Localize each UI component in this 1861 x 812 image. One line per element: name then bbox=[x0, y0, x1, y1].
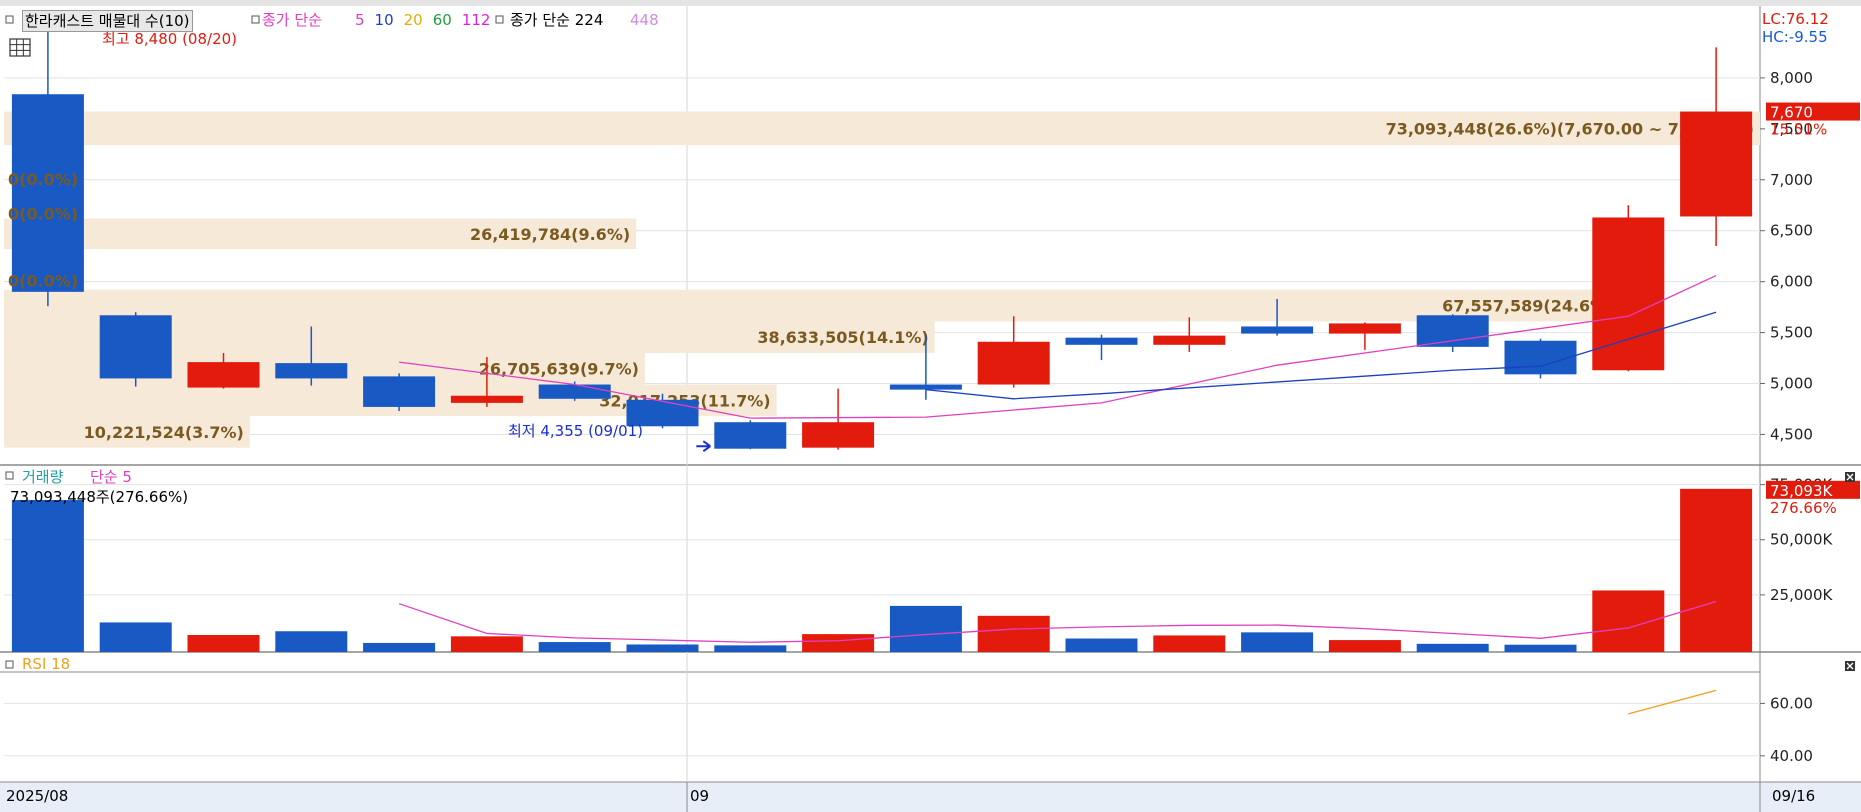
price-tick-label: 5,500 bbox=[1770, 324, 1813, 342]
x-axis-month-label: 09 bbox=[690, 787, 710, 805]
candle-body bbox=[802, 422, 875, 448]
ma2-extra[interactable]: 448 bbox=[630, 10, 659, 30]
volume-bar bbox=[1241, 632, 1314, 652]
volume-bar bbox=[275, 631, 348, 652]
volume-bar bbox=[1504, 644, 1577, 652]
volume-bar bbox=[187, 635, 260, 652]
x-axis-end-label: 09/16 bbox=[1772, 787, 1816, 805]
candle-body bbox=[1416, 315, 1489, 347]
candle-body bbox=[275, 363, 348, 379]
candle-body bbox=[1153, 335, 1226, 345]
candle-body bbox=[1328, 323, 1401, 334]
ma-period-112[interactable]: 112 bbox=[462, 11, 491, 29]
volume-profile-zero-label: 0(0.0%) bbox=[8, 272, 78, 291]
low-annotation: 최저 4,355 (09/01) bbox=[508, 422, 644, 440]
price-tick-label: 8,000 bbox=[1770, 69, 1813, 87]
candle-body bbox=[11, 94, 84, 292]
ma-period-60[interactable]: 60 bbox=[433, 11, 452, 29]
price-tick-label: 7,000 bbox=[1770, 171, 1813, 189]
candle-body bbox=[99, 315, 172, 379]
ma-period-10[interactable]: 10 bbox=[375, 11, 394, 29]
volume-bar bbox=[450, 636, 523, 652]
rsi-panel-label[interactable]: RSI 18 bbox=[22, 655, 70, 673]
volume-bar bbox=[538, 642, 611, 652]
volume-bar bbox=[1065, 638, 1138, 652]
ma-period-20[interactable]: 20 bbox=[404, 11, 423, 29]
price-tick-label: 6,500 bbox=[1770, 222, 1813, 240]
volume-bar bbox=[977, 615, 1050, 652]
ma-label[interactable]: 종가 단순 bbox=[262, 10, 322, 30]
x-axis-start-label: 2025/08 bbox=[6, 787, 69, 805]
volume-bar bbox=[11, 500, 84, 652]
candle-body bbox=[1241, 326, 1314, 334]
volume-bar bbox=[1153, 635, 1226, 652]
ma2-label[interactable]: 종가 단순 224 bbox=[510, 10, 603, 30]
candle-body bbox=[1504, 340, 1577, 375]
panel-bullet-icon bbox=[251, 15, 260, 24]
ma-periods[interactable]: 5 10 20 60 112 bbox=[355, 10, 500, 30]
volume-bar bbox=[626, 644, 699, 652]
volume-bar bbox=[1680, 488, 1753, 652]
volume-bar bbox=[363, 642, 436, 652]
volume-bar bbox=[1328, 640, 1401, 652]
candle-body bbox=[889, 384, 962, 390]
high-annotation: 최고 8,480 (08/20) bbox=[102, 30, 238, 48]
volume-panel-label[interactable]: 거래량 bbox=[22, 466, 63, 487]
candle-body bbox=[1065, 337, 1138, 345]
last-price-pct: 15.51% bbox=[1770, 121, 1827, 139]
candle-body bbox=[450, 395, 523, 403]
volume-last-annotation: 73,093,448주(276.66%) bbox=[10, 488, 189, 506]
ma-period-5[interactable]: 5 bbox=[355, 11, 365, 29]
volume-tick-label: 25,000K bbox=[1770, 586, 1833, 604]
volume-profile-band bbox=[4, 289, 1620, 322]
candle-body bbox=[187, 362, 260, 388]
candle-body bbox=[977, 341, 1050, 385]
volume-profile-label: 67,557,589(24.6%) bbox=[1442, 297, 1613, 316]
rsi-tick-label: 40.00 bbox=[1770, 747, 1813, 765]
volume-bar bbox=[714, 645, 787, 652]
volume-ma-label[interactable]: 단순 5 bbox=[90, 466, 132, 487]
panel-bullet-icon bbox=[5, 15, 14, 24]
lc-label: LC:76.12 bbox=[1762, 10, 1829, 28]
hc-label: HC:-9.55 bbox=[1762, 28, 1828, 46]
price-tick-label: 5,000 bbox=[1770, 375, 1813, 393]
last-price-text: 7,670 bbox=[1770, 104, 1813, 122]
volume-bar bbox=[99, 622, 172, 652]
rsi-tick-label: 60.00 bbox=[1770, 694, 1813, 712]
price-tick-label: 4,500 bbox=[1770, 425, 1813, 443]
volume-profile-zero-label: 0(0.0%) bbox=[8, 204, 78, 223]
candle-body bbox=[538, 384, 611, 399]
volume-bar bbox=[1592, 590, 1665, 652]
volume-profile-label: 38,633,505(14.1%) bbox=[757, 328, 928, 347]
volume-bar bbox=[889, 605, 962, 652]
x-axis-band bbox=[0, 782, 1861, 812]
candle-body bbox=[363, 376, 436, 407]
panel-bullet-icon bbox=[5, 660, 14, 669]
panel-bullet-icon bbox=[5, 471, 14, 480]
volume-profile-label: 10,221,524(3.7%) bbox=[84, 423, 244, 442]
volume-profile-zero-label: 0(0.0%) bbox=[8, 170, 78, 189]
volume-bar bbox=[802, 634, 875, 652]
volume-tick-label: 50,000K bbox=[1770, 531, 1833, 549]
candle-body bbox=[1680, 111, 1753, 217]
price-tick-label: 6,000 bbox=[1770, 273, 1813, 291]
volume-profile-label: 26,419,784(9.6%) bbox=[470, 225, 630, 244]
volume-last-tag-text: 73,093K bbox=[1770, 482, 1833, 500]
volume-pct-tag-text: 276.66% bbox=[1770, 499, 1837, 517]
candle-body bbox=[714, 422, 787, 449]
volume-bar bbox=[1416, 643, 1489, 652]
stock-chart: 8,0007,5007,0006,5006,0005,5005,0004,500… bbox=[0, 6, 1861, 812]
